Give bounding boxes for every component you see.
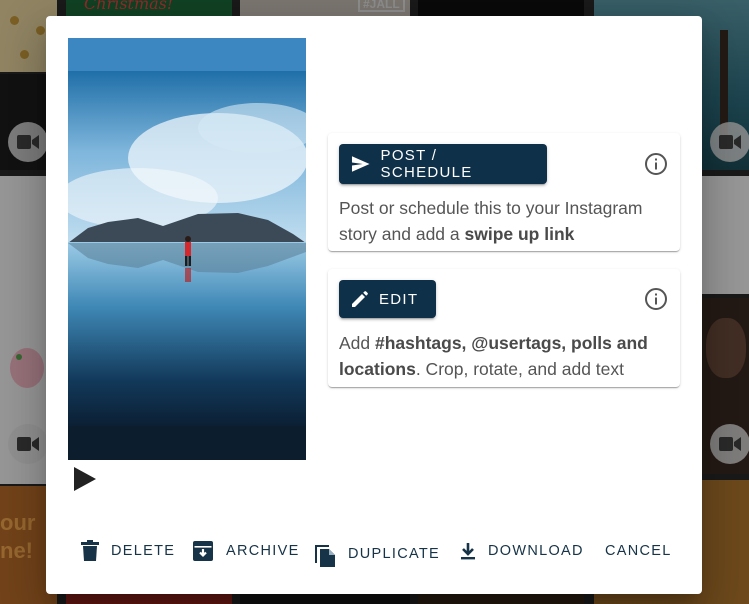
lake-landscape-image: [68, 38, 306, 460]
edit-description-suffix: . Crop, rotate, and add text: [415, 359, 625, 379]
info-icon[interactable]: [644, 287, 668, 311]
edit-button[interactable]: EDIT: [339, 280, 436, 318]
story-dialog: POST / SCHEDULE Post or schedule this to…: [46, 16, 702, 594]
duplicate-label: DUPLICATE: [348, 546, 441, 562]
edit-description-prefix: Add: [339, 333, 375, 353]
play-button[interactable]: [70, 464, 100, 494]
delete-button[interactable]: DELETE: [81, 535, 175, 567]
pencil-icon: [352, 291, 368, 307]
edit-label: EDIT: [379, 290, 419, 308]
cancel-label: CANCEL: [605, 543, 672, 559]
info-icon[interactable]: [644, 152, 668, 176]
edit-card: EDIT Add #hashtags, @usertags, polls and…: [328, 269, 680, 387]
post-schedule-card: POST / SCHEDULE Post or schedule this to…: [328, 133, 680, 251]
archive-label: ARCHIVE: [226, 543, 300, 559]
post-schedule-label: POST / SCHEDULE: [380, 147, 473, 181]
post-description-bold: swipe up link: [464, 224, 575, 244]
delete-label: DELETE: [111, 543, 176, 559]
post-schedule-button[interactable]: POST / SCHEDULE: [339, 144, 547, 184]
edit-description: Add #hashtags, @usertags, polls and loca…: [339, 330, 670, 382]
cancel-button[interactable]: CANCEL: [605, 535, 672, 567]
archive-button[interactable]: ARCHIVE: [192, 535, 300, 567]
download-icon: [461, 543, 475, 560]
download-label: DOWNLOAD: [488, 543, 584, 559]
archive-icon: [193, 541, 213, 561]
post-schedule-description: Post or schedule this to your Instagram …: [339, 195, 670, 247]
duplicate-button[interactable]: DUPLICATE: [314, 538, 440, 570]
download-button[interactable]: DOWNLOAD: [460, 535, 584, 567]
copy-icon: [315, 545, 335, 567]
send-icon: [351, 156, 370, 172]
story-preview-image: [68, 38, 306, 460]
play-icon: [74, 467, 96, 491]
trash-icon: [81, 540, 99, 561]
